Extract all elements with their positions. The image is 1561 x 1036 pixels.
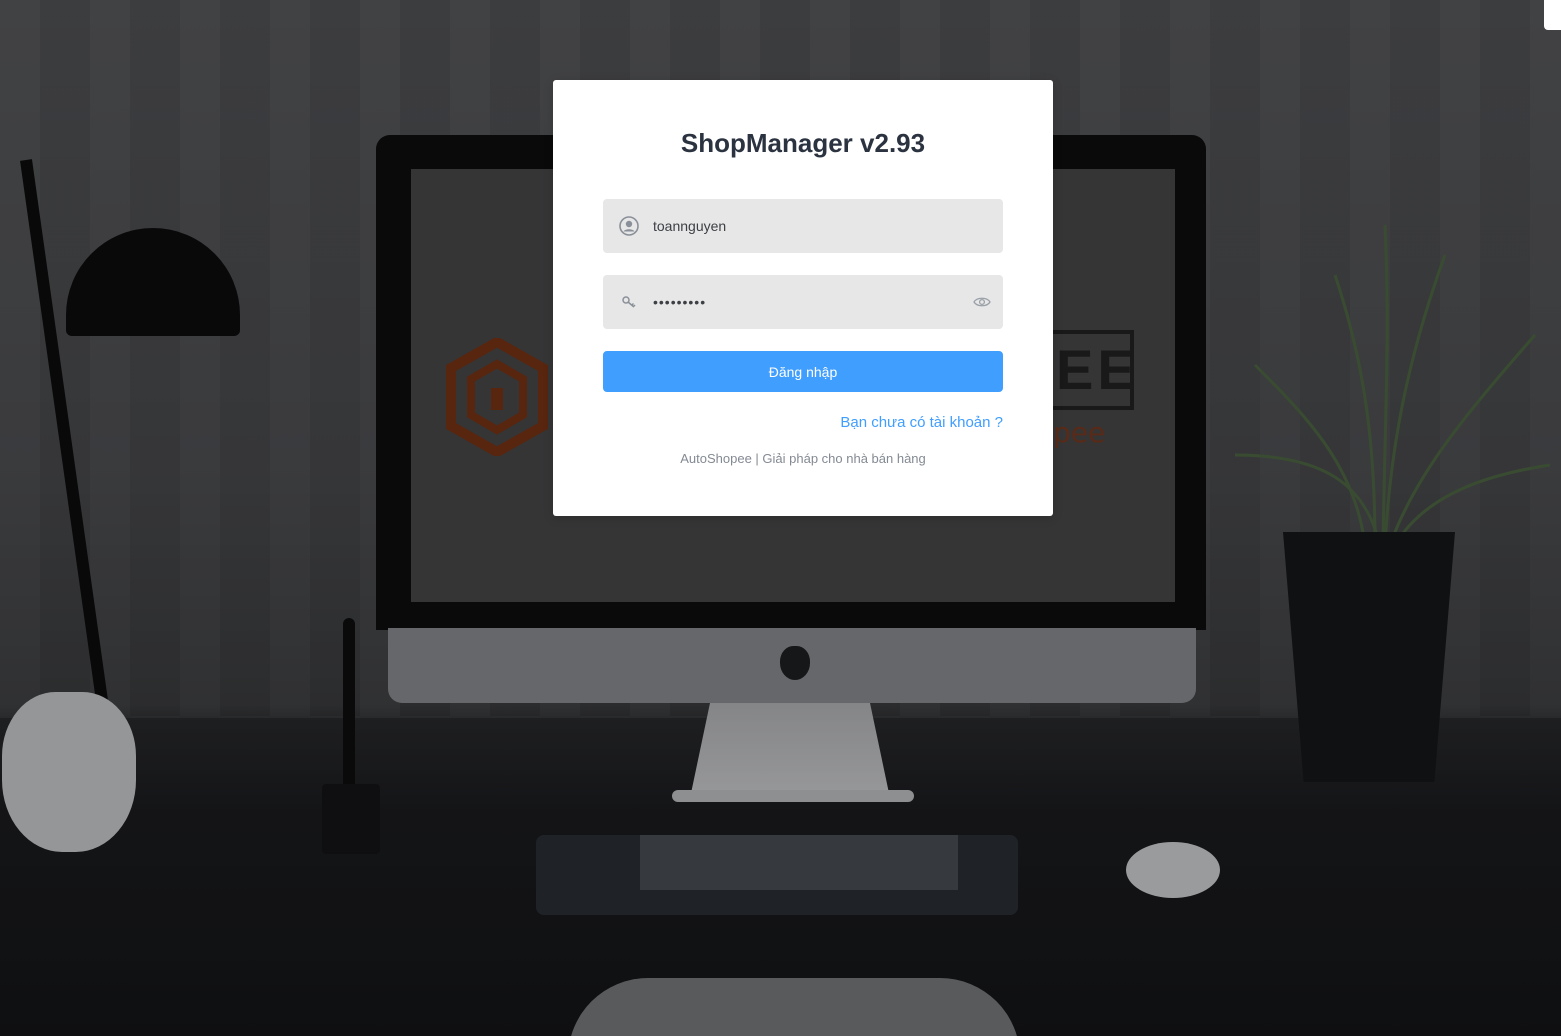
user-icon	[619, 216, 639, 236]
password-field[interactable]	[603, 275, 1003, 329]
corner-tab	[1544, 0, 1561, 30]
page-title: ShopManager v2.93	[680, 128, 926, 158]
password-input[interactable]	[653, 275, 971, 329]
eye-icon[interactable]	[971, 291, 993, 313]
username-field[interactable]	[603, 199, 1003, 253]
footer-text: AutoShopee | Giải pháp cho nhà bán hàng	[680, 451, 926, 466]
key-icon	[619, 292, 639, 312]
signup-link[interactable]: Bạn chưa có tài khoản ?	[840, 414, 1003, 431]
login-button[interactable]: Đăng nhập	[603, 351, 1003, 392]
login-card: ShopManager v2.93 Đăng nhập Bạn chư	[553, 80, 1053, 516]
username-input[interactable]	[653, 199, 1003, 253]
